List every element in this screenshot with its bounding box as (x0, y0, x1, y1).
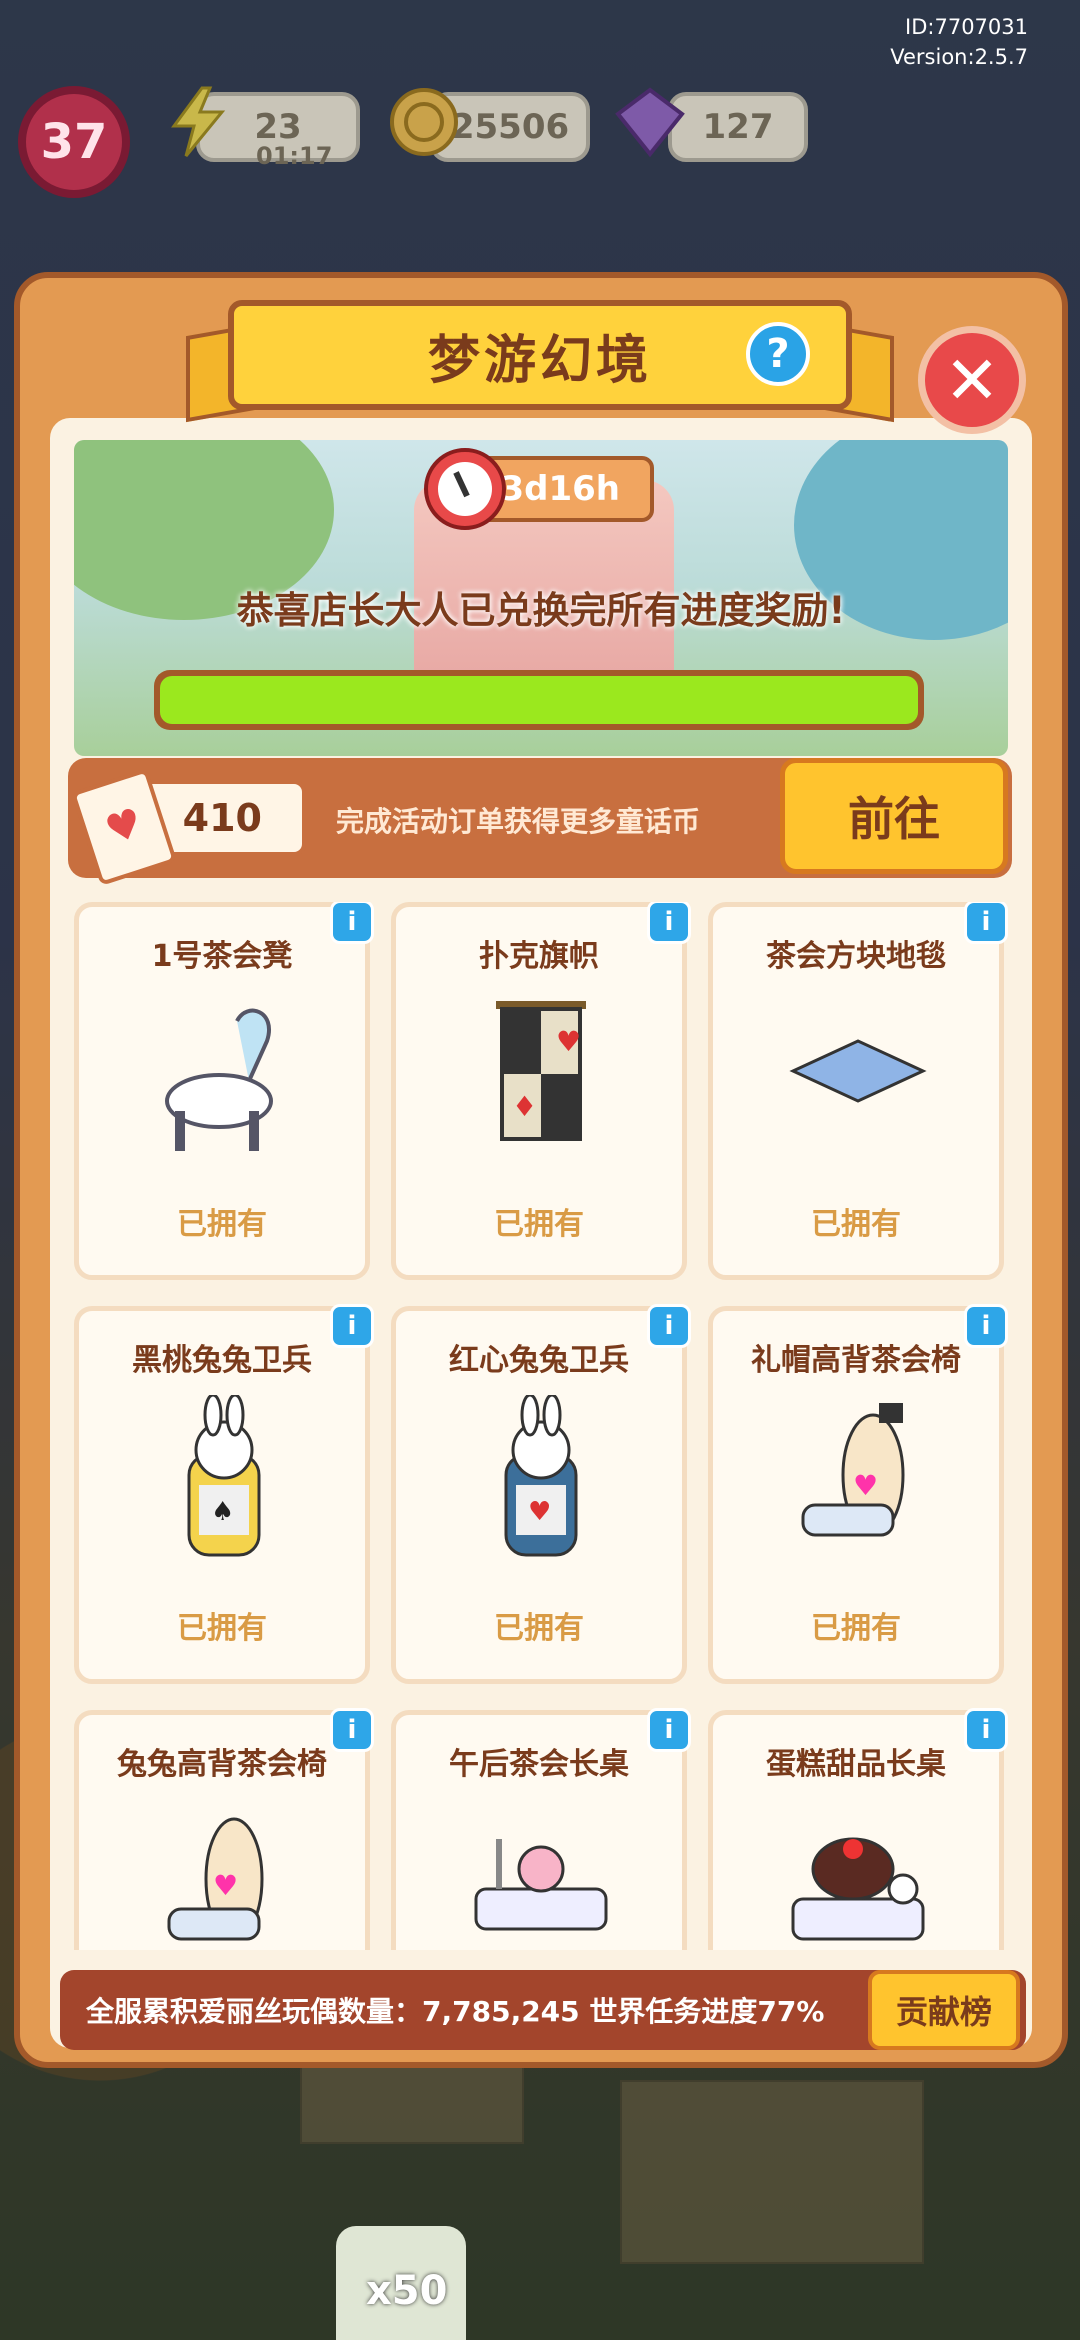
item-name: 蛋糕甜品长桌 (766, 1747, 946, 1782)
info-icon[interactable]: i (330, 1708, 374, 1752)
item-image: ♥ (466, 1393, 616, 1565)
gem-icon (615, 87, 685, 158)
svg-text:♥: ♥ (528, 1497, 551, 1527)
progress-fill (160, 676, 918, 724)
info-icon[interactable]: i (647, 1708, 691, 1752)
item-card[interactable]: 1号茶会凳已拥有 (74, 902, 370, 1280)
svg-text:♥: ♥ (213, 1869, 238, 1902)
item-card[interactable]: 扑克旗帜 ♥ ♦ 已拥有 (391, 902, 687, 1280)
item-image: ♠ (149, 1393, 299, 1565)
item-name: 黑桃兔兔卫兵 (132, 1343, 312, 1378)
item-grid: 1号茶会凳 已拥有 i 扑克旗帜 ♥ ♦ 已拥有 i 茶会方块地毯 已拥有 i 黑桃兔兔卫兵 ♠ 已拥有 i… (74, 902, 1008, 1950)
world-progress-text: 全服累积爱丽丝玩偶数量：7,785,245 世界任务进度77% (86, 1995, 825, 2028)
panel-title: 梦游幻境 (427, 330, 652, 391)
info-icon[interactable]: i (647, 902, 691, 944)
svg-text:♠: ♠ (211, 1497, 234, 1527)
item-image (149, 991, 299, 1161)
fairy-coin-hint: 完成活动订单获得更多童话币 (336, 805, 701, 838)
congrats-message: 恭喜店长大人已兑换完所有进度奖励! (236, 589, 846, 632)
item-card[interactable]: 茶会方块地毯 已拥有 (708, 902, 1004, 1280)
item-image (466, 1799, 616, 1950)
item-name: 1号茶会凳 (151, 939, 293, 974)
item-name: 茶会方块地毯 (766, 939, 946, 974)
item-status: 已拥有 (494, 1611, 584, 1646)
item-status: 已拥有 (177, 1207, 267, 1242)
bottom-item-count: x50 (366, 2268, 448, 2314)
item-name: 午后茶会长桌 (449, 1747, 629, 1782)
lightning-icon (171, 86, 226, 157)
info-icon[interactable]: i (964, 1708, 1008, 1752)
info-icon[interactable]: i (964, 1304, 1008, 1348)
info-icon[interactable]: i (330, 1304, 374, 1348)
gem-counter[interactable]: 127 (668, 92, 808, 162)
item-card[interactable]: 礼帽高背茶会椅 ♥ 已拥有 (708, 1306, 1004, 1684)
progress-bar (154, 670, 924, 730)
help-button[interactable]: ? (746, 322, 810, 386)
svg-text:♦: ♦ (512, 1090, 537, 1123)
svg-text:♥: ♥ (556, 1025, 581, 1058)
svg-text:♥: ♥ (853, 1469, 878, 1502)
game-version: Version:2.5.7 (890, 45, 1028, 69)
energy-timer: 01:17 (256, 142, 333, 170)
item-card[interactable]: 兔兔高背茶会椅 ♥ (74, 1710, 370, 1950)
info-icon[interactable]: i (330, 902, 374, 944)
item-name: 兔兔高背茶会椅 (117, 1747, 327, 1782)
item-status: 已拥有 (811, 1611, 901, 1646)
go-button[interactable]: 前往 (780, 758, 1008, 874)
contribution-rank-button[interactable]: 贡献榜 (868, 1970, 1020, 2050)
item-image (783, 991, 933, 1161)
id-version-label: ID:7707031 Version:2.5.7 (890, 12, 1028, 72)
item-card[interactable]: 蛋糕甜品长桌 (708, 1710, 1004, 1950)
player-level-badge[interactable]: 37 (18, 86, 130, 198)
item-status: 已拥有 (177, 1611, 267, 1646)
item-name: 扑克旗帜 (479, 939, 599, 974)
info-icon[interactable]: i (964, 902, 1008, 944)
item-status: 已拥有 (811, 1207, 901, 1242)
close-button[interactable]: ✕ (918, 326, 1026, 434)
item-name: 礼帽高背茶会椅 (751, 1343, 961, 1378)
item-image (783, 1799, 933, 1950)
item-card[interactable]: 黑桃兔兔卫兵 ♠ 已拥有 (74, 1306, 370, 1684)
info-icon[interactable]: i (647, 1304, 691, 1348)
item-status: 已拥有 (494, 1207, 584, 1242)
item-card[interactable]: 红心兔兔卫兵 ♥ 已拥有 (391, 1306, 687, 1684)
item-image: ♥ ♦ (466, 991, 616, 1161)
item-image: ♥ (149, 1799, 299, 1950)
item-image: ♥ (783, 1395, 933, 1565)
clock-icon (424, 448, 506, 530)
item-name: 红心兔兔卫兵 (449, 1343, 629, 1378)
coin-icon (390, 88, 458, 156)
player-id: ID:7707031 (905, 15, 1028, 39)
item-card[interactable]: 午后茶会长桌 (391, 1710, 687, 1950)
